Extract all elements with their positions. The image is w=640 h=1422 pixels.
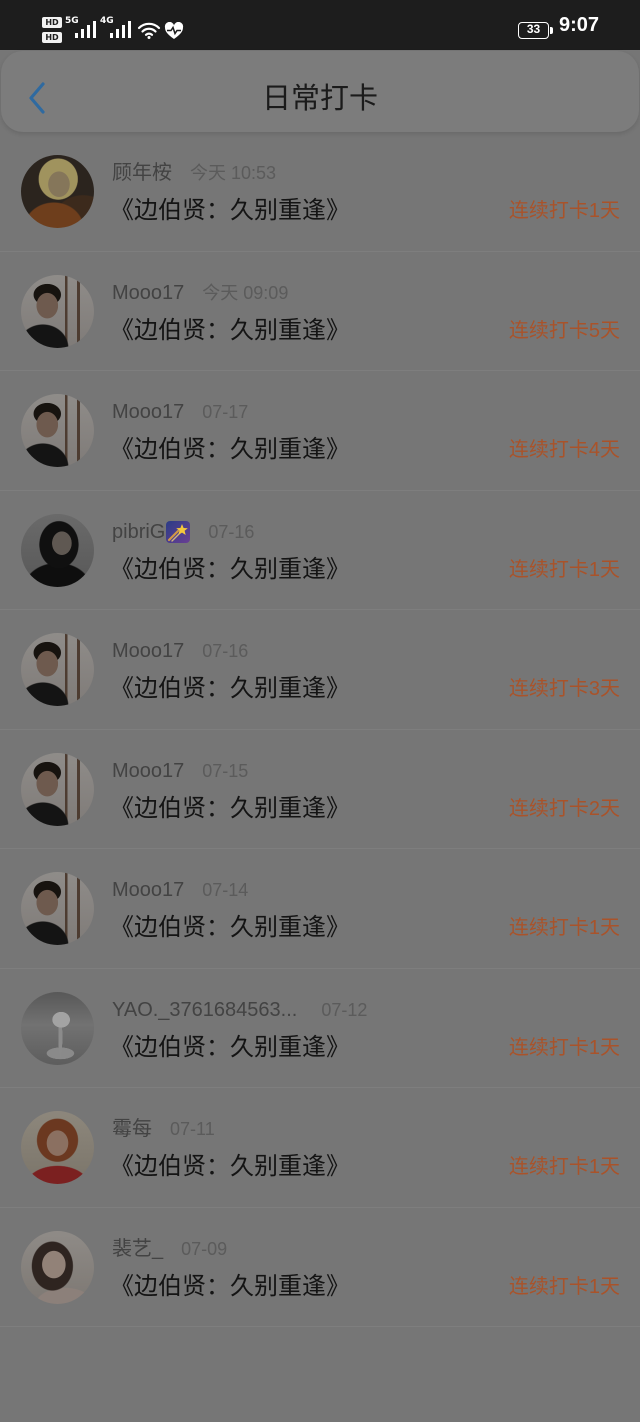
book-title: 《边伯贤：久别重逢》 (110, 913, 350, 941)
avatar[interactable] (21, 155, 94, 228)
clock: 9:07 (559, 14, 600, 36)
user-meta: Mooo17 07-14 (112, 877, 248, 903)
checkin-item[interactable]: Mooo17 07-15 《边伯贤：久别重逢》 连续打卡2天 (0, 730, 640, 849)
user-meta: 顾年桉 今天 10:53 (112, 160, 276, 186)
avatar[interactable] (21, 633, 94, 706)
status-bar: HD HD 5G 4G 33 9:07 (0, 0, 640, 50)
wifi-icon (137, 22, 161, 39)
checkin-item[interactable]: 霉每 07-11 《边伯贤：久别重逢》 连续打卡1天 (0, 1088, 640, 1208)
checkin-time: 07-16 (208, 521, 255, 542)
book-title: 《边伯贤：久别重逢》 (110, 435, 350, 463)
username[interactable]: YAO._3761684563... (112, 997, 297, 1023)
streak-label: 连续打卡1天 (508, 1275, 620, 1298)
username[interactable]: Mooo17 (112, 758, 184, 784)
book-title: 《边伯贤：久别重逢》 (110, 196, 350, 224)
user-meta: 裴艺_ 07-09 (112, 1236, 227, 1262)
streak-label: 连续打卡1天 (508, 1036, 620, 1059)
checkin-time: 07-17 (202, 402, 249, 422)
avatar[interactable] (21, 274, 94, 348)
user-meta: Mooo17 今天 09:09 (112, 280, 288, 306)
book-title: 《边伯贤：久别重逢》 (110, 793, 350, 822)
user-meta: YAO._3761684563... 07-12 (112, 997, 367, 1023)
user-meta: Mooo17 07-15 (112, 758, 248, 784)
book-title: 《边伯贤：久别重逢》 (110, 1152, 350, 1180)
checkin-item[interactable]: Mooo17 今天 09:09 《边伯贤：久别重逢》 连续打卡5天 (0, 252, 640, 371)
streak-label: 连续打卡3天 (508, 678, 620, 700)
signal-icon (75, 21, 96, 38)
book-title: 《边伯贤：久别重逢》 (110, 315, 350, 344)
checkin-time: 07-12 (321, 999, 368, 1020)
username[interactable]: pibriG (112, 519, 165, 545)
username[interactable]: Mooo17 (112, 877, 184, 903)
hd-voice-badge: HD (42, 17, 62, 28)
avatar[interactable] (21, 752, 94, 826)
avatar[interactable] (21, 1230, 94, 1304)
streak-label: 连续打卡1天 (508, 1156, 620, 1178)
health-icon (164, 22, 184, 39)
streak-label: 连续打卡5天 (508, 319, 620, 342)
streak-label: 连续打卡1天 (508, 558, 620, 581)
checkin-item[interactable]: Mooo17 07-16 《边伯贤：久别重逢》 连续打卡3天 (0, 610, 640, 730)
battery-level: 33 (526, 22, 541, 36)
avatar[interactable] (21, 1111, 94, 1184)
checkin-time: 07-11 (170, 1119, 215, 1139)
username[interactable]: 顾年桉 (112, 160, 172, 186)
checkin-item[interactable]: pibriG 07-16 《边伯贤：久别重逢》 连续打卡1天 (0, 491, 640, 610)
checkin-item[interactable]: 顾年桉 今天 10:53 《边伯贤：久别重逢》 连续打卡1天 (0, 132, 640, 252)
book-title: 《边伯贤：久别重逢》 (110, 1271, 350, 1300)
user-meta: Mooo17 07-16 (112, 638, 248, 664)
checkin-time: 今天 09:09 (202, 282, 289, 303)
signal-icon (110, 21, 131, 38)
username[interactable]: Mooo17 (112, 399, 184, 425)
checkin-time: 今天 10:53 (190, 163, 277, 183)
username[interactable]: Mooo17 (112, 638, 184, 664)
username[interactable]: 裴艺_ (112, 1236, 163, 1262)
hd-voice-badge: HD (42, 32, 62, 43)
page-title: 日常打卡 (261, 81, 378, 115)
checkin-item[interactable]: Mooo17 07-17 《边伯贤：久别重逢》 连续打卡4天 (0, 371, 640, 491)
book-title: 《边伯贤：久别重逢》 (110, 554, 350, 583)
user-meta: Mooo17 07-17 (112, 399, 248, 425)
streak-label: 连续打卡2天 (508, 797, 620, 820)
battery-nub (550, 27, 553, 34)
avatar[interactable] (21, 991, 94, 1065)
book-title: 《边伯贤：久别重逢》 (110, 1032, 350, 1061)
checkin-item[interactable]: YAO._3761684563... 07-12 《边伯贤：久别重逢》 连续打卡… (0, 969, 640, 1088)
avatar[interactable] (21, 513, 94, 587)
shooting-star-icon (166, 520, 191, 543)
streak-label: 连续打卡1天 (508, 200, 620, 222)
checkin-time: 07-14 (202, 880, 249, 900)
checkin-list: 顾年桉 今天 10:53 《边伯贤：久别重逢》 连续打卡1天 Mooo17 今天… (0, 132, 640, 1327)
username[interactable]: Mooo17 (112, 280, 184, 306)
streak-label: 连续打卡1天 (508, 917, 620, 939)
avatar[interactable] (21, 394, 94, 467)
avatar[interactable] (21, 872, 94, 945)
battery-icon: 33 (518, 22, 549, 39)
user-meta: pibriG 07-16 (112, 519, 254, 545)
checkin-time: 07-16 (202, 641, 249, 661)
checkin-item[interactable]: Mooo17 07-14 《边伯贤：久别重逢》 连续打卡1天 (0, 849, 640, 969)
checkin-time: 07-15 (202, 760, 249, 781)
checkin-item[interactable]: 裴艺_ 07-09 《边伯贤：久别重逢》 连续打卡1天 (0, 1208, 640, 1327)
streak-label: 连续打卡4天 (508, 439, 620, 461)
user-meta: 霉每 07-11 (112, 1116, 215, 1142)
book-title: 《边伯贤：久别重逢》 (110, 674, 350, 702)
checkin-time: 07-09 (181, 1238, 228, 1259)
username[interactable]: 霉每 (112, 1116, 152, 1142)
app-header: 日常打卡 (1, 51, 639, 132)
